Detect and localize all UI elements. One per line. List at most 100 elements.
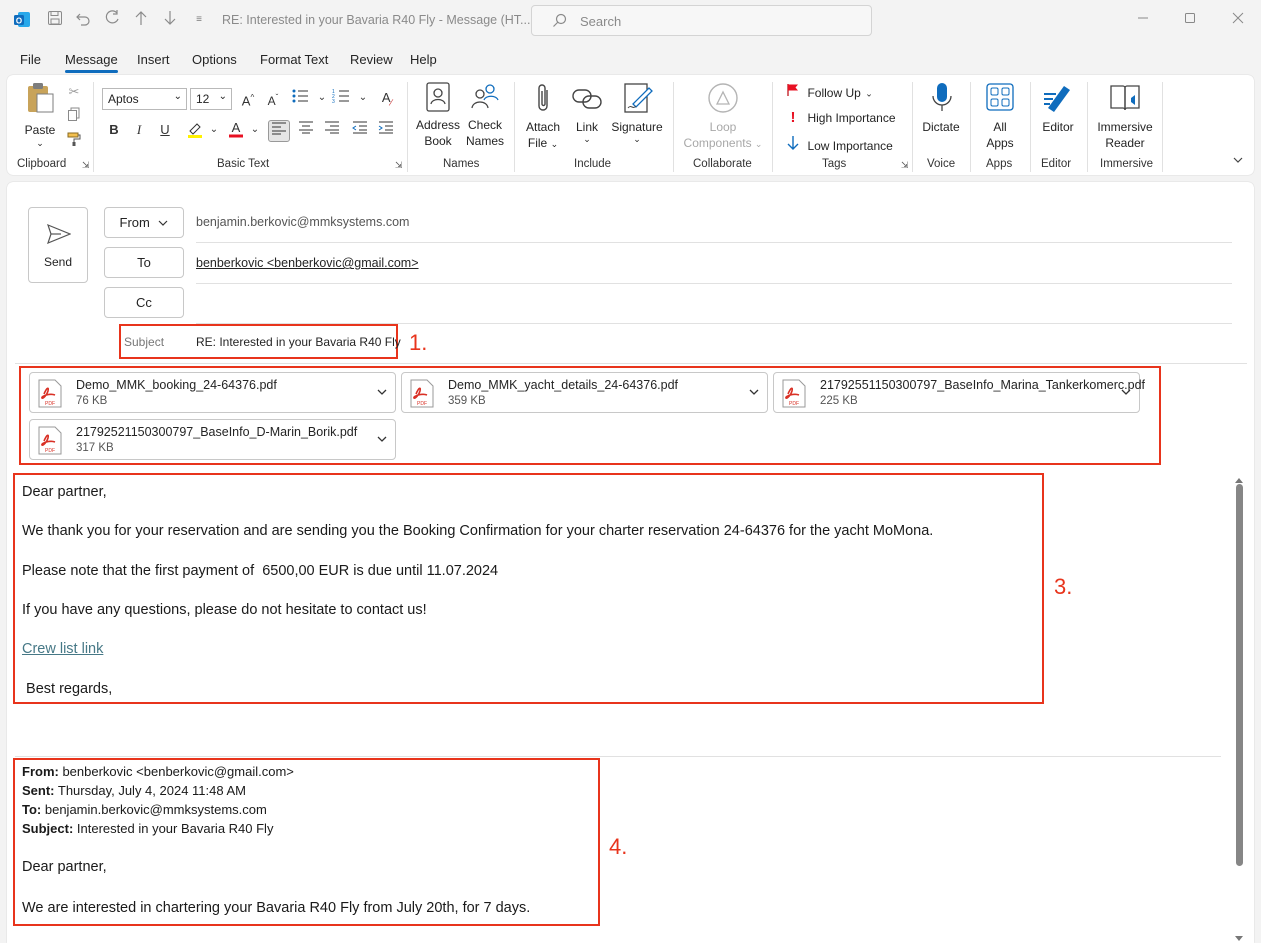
immersive-reader-button[interactable]: Immersive Reader xyxy=(1094,82,1156,151)
dialog-launcher-icon[interactable]: ⇲ xyxy=(901,160,909,171)
arrow-down-icon[interactable] xyxy=(159,10,181,32)
from-value: benjamin.berkovic@mmksystems.com xyxy=(196,215,410,229)
font-dropdown[interactable]: Aptos ⌄ xyxy=(102,88,187,110)
address-book-button[interactable]: Address Book xyxy=(414,82,462,149)
scroll-down-icon[interactable] xyxy=(1234,930,1244,943)
attachment-3[interactable]: PDF 21792551150300797_BaseInfo_Marina_Ta… xyxy=(773,372,1145,413)
chevron-down-icon[interactable] xyxy=(747,385,761,399)
to-button[interactable]: To xyxy=(104,247,184,278)
cut-icon[interactable]: ✂ xyxy=(63,82,85,104)
paste-label: Paste xyxy=(24,123,56,137)
subject-input[interactable]: RE: Interested in your Bavaria R40 Fly xyxy=(196,335,401,349)
customize-toolbar-icon[interactable]: ≡ xyxy=(188,10,210,30)
increase-indent-icon[interactable] xyxy=(375,120,397,142)
clear-formatting-icon[interactable]: A∕ xyxy=(376,88,398,110)
arrow-up-icon[interactable] xyxy=(130,10,152,32)
divider xyxy=(196,242,1232,243)
to-recipient[interactable]: benberkovic <benberkovic@gmail.com> xyxy=(196,256,419,270)
signature-button[interactable]: Signature ⌄ xyxy=(609,82,665,144)
decrease-indent-icon[interactable] xyxy=(349,120,371,142)
attachment-2[interactable]: PDF Demo_MMK_yacht_details_24-64376.pdf … xyxy=(401,372,768,413)
dictate-label: Dictate xyxy=(922,120,960,134)
all-apps-button[interactable]: All Apps xyxy=(978,82,1022,151)
attachment-4[interactable]: PDF 21792521150300797_BaseInfo_D-Marin_B… xyxy=(29,419,396,460)
quoted-from: From: benberkovic <benberkovic@gmail.com… xyxy=(22,764,294,779)
undo-icon[interactable] xyxy=(72,10,94,32)
editor-group-label: Editor xyxy=(1041,158,1072,170)
copy-icon[interactable] xyxy=(63,107,85,129)
ribbon-separator xyxy=(514,82,515,172)
immersive-reader-icon xyxy=(1109,82,1156,119)
high-importance-label: High Importance xyxy=(807,111,896,125)
chevron-down-icon[interactable]: ⌄ xyxy=(311,88,333,110)
scrollbar-thumb[interactable] xyxy=(1236,484,1243,866)
underline-icon[interactable]: U xyxy=(154,120,176,142)
send-button[interactable]: Send xyxy=(28,207,88,283)
align-right-icon[interactable] xyxy=(321,120,343,142)
high-importance-button[interactable]: ! High Importance xyxy=(786,109,896,127)
menu-help[interactable]: Help xyxy=(410,52,437,67)
editor-button[interactable]: Editor xyxy=(1036,82,1080,135)
crew-list-link[interactable]: Crew list link xyxy=(22,641,103,657)
cc-input[interactable] xyxy=(196,290,1232,320)
attachment-name: Demo_MMK_booking_24-64376.pdf xyxy=(76,378,277,392)
dialog-launcher-icon[interactable]: ⇲ xyxy=(82,160,90,171)
arrow-down-icon xyxy=(786,135,800,156)
search-box[interactable]: Search xyxy=(531,5,872,36)
font-size-dropdown[interactable]: 12 ⌄ xyxy=(190,88,232,110)
menu-message[interactable]: Message xyxy=(65,52,118,67)
check-names-label-1: Check xyxy=(467,118,502,132)
check-names-button[interactable]: Check Names xyxy=(462,82,508,149)
italic-icon[interactable]: I xyxy=(128,120,150,142)
minimize-icon[interactable] xyxy=(1133,10,1153,30)
chevron-down-icon[interactable] xyxy=(375,385,389,399)
menu-file[interactable]: File xyxy=(20,52,41,67)
chevron-down-icon[interactable]: ⌄ xyxy=(203,120,225,142)
close-icon[interactable] xyxy=(1228,10,1248,30)
voice-group-label: Voice xyxy=(927,158,956,170)
dialog-launcher-icon[interactable]: ⇲ xyxy=(395,160,403,171)
search-placeholder: Search xyxy=(580,14,622,29)
follow-up-label: Follow Up xyxy=(807,85,861,100)
format-painter-icon[interactable] xyxy=(63,131,85,153)
paperclip-icon xyxy=(532,82,565,119)
menu-options[interactable]: Options xyxy=(192,52,237,67)
quoted-from-label: From: xyxy=(22,764,59,779)
ribbon-separator xyxy=(407,82,408,172)
chevron-down-icon[interactable]: ⌄ xyxy=(244,120,266,142)
ribbon-collapse-chevron-icon[interactable] xyxy=(1232,153,1244,171)
align-center-icon[interactable] xyxy=(295,120,317,142)
attach-file-button[interactable]: Attach File ⌄ xyxy=(521,82,565,152)
save-icon[interactable] xyxy=(44,10,66,32)
menu-review[interactable]: Review xyxy=(350,52,393,67)
chevron-down-icon[interactable] xyxy=(1119,385,1133,399)
menu-insert[interactable]: Insert xyxy=(137,52,170,67)
cc-button[interactable]: Cc xyxy=(104,287,184,318)
follow-up-button[interactable]: Follow Up ⌄ xyxy=(786,83,873,101)
svg-text:3: 3 xyxy=(332,99,335,104)
quoted-from-value: benberkovic <benberkovic@gmail.com> xyxy=(58,764,294,779)
attachment-1[interactable]: PDF Demo_MMK_booking_24-64376.pdf 76 KB xyxy=(29,372,396,413)
from-button[interactable]: From xyxy=(104,207,184,238)
chevron-down-icon[interactable]: ⌄ xyxy=(352,88,374,110)
menu-format-text[interactable]: Format Text xyxy=(260,52,328,67)
numbering-icon[interactable]: 123 xyxy=(331,88,353,110)
quoted-greeting: Dear partner, xyxy=(22,859,107,875)
link-button[interactable]: Link ⌄ xyxy=(569,82,605,144)
active-tab-indicator xyxy=(65,70,118,73)
paste-button[interactable]: Paste ⌄ xyxy=(22,82,58,148)
grow-font-icon[interactable]: A^ xyxy=(237,88,259,110)
chevron-down-icon[interactable] xyxy=(375,432,389,446)
bullets-icon[interactable] xyxy=(290,88,312,110)
ribbon-separator xyxy=(970,82,971,172)
redo-icon[interactable] xyxy=(101,10,123,32)
align-left-icon[interactable] xyxy=(268,120,290,142)
chevron-down-icon: ⌄ xyxy=(550,139,559,149)
bold-icon[interactable]: B xyxy=(103,120,125,142)
immersive-group-label: Immersive xyxy=(1100,158,1154,170)
shrink-font-icon[interactable]: Aˇ xyxy=(262,88,284,110)
loop-components-button[interactable]: Loop Components ⌄ xyxy=(680,82,766,152)
maximize-icon[interactable] xyxy=(1180,10,1200,30)
dictate-button[interactable]: Dictate xyxy=(919,82,963,135)
low-importance-button[interactable]: Low Importance xyxy=(786,135,893,153)
